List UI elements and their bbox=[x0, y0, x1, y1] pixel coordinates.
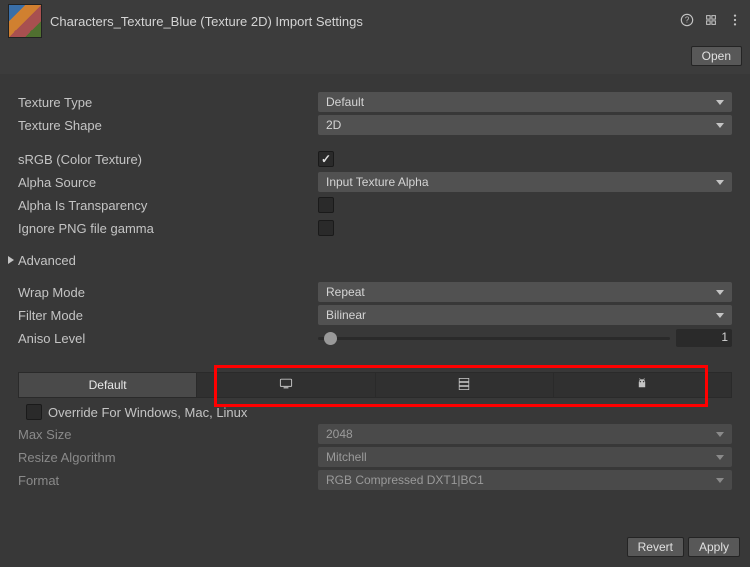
format-select[interactable]: RGB Compressed DXT1|BC1 bbox=[318, 470, 732, 490]
aniso-value-field[interactable]: 1 bbox=[676, 329, 732, 347]
aniso-slider[interactable] bbox=[318, 337, 670, 340]
format-label: Format bbox=[18, 473, 318, 488]
texture-type-select[interactable]: Default bbox=[318, 92, 732, 112]
open-button[interactable]: Open bbox=[691, 46, 742, 66]
inspector-title: Characters_Texture_Blue (Texture 2D) Imp… bbox=[50, 14, 680, 29]
wrap-mode-select[interactable]: Repeat bbox=[318, 282, 732, 302]
filter-mode-label: Filter Mode bbox=[18, 308, 318, 323]
revert-button[interactable]: Revert bbox=[627, 537, 684, 557]
resize-algo-label: Resize Algorithm bbox=[18, 450, 318, 465]
texture-shape-label: Texture Shape bbox=[18, 118, 318, 133]
override-label: Override For Windows, Mac, Linux bbox=[48, 405, 247, 420]
alpha-source-select[interactable]: Input Texture Alpha bbox=[318, 172, 732, 192]
tab-standalone[interactable] bbox=[197, 373, 375, 397]
apply-button[interactable]: Apply bbox=[688, 537, 740, 557]
svg-text:?: ? bbox=[685, 15, 690, 24]
texture-shape-select[interactable]: 2D bbox=[318, 115, 732, 135]
filter-mode-select[interactable]: Bilinear bbox=[318, 305, 732, 325]
help-icon[interactable]: ? bbox=[680, 13, 694, 30]
tab-server[interactable] bbox=[376, 373, 554, 397]
foldout-arrow-icon bbox=[8, 256, 14, 264]
advanced-label: Advanced bbox=[18, 253, 76, 268]
srgb-label: sRGB (Color Texture) bbox=[18, 152, 318, 167]
presets-icon[interactable] bbox=[704, 13, 718, 30]
wrap-mode-label: Wrap Mode bbox=[18, 285, 318, 300]
aniso-level-label: Aniso Level bbox=[18, 331, 318, 346]
texture-thumbnail bbox=[8, 4, 42, 38]
resize-algo-select[interactable]: Mitchell bbox=[318, 447, 732, 467]
ignore-png-gamma-label: Ignore PNG file gamma bbox=[18, 221, 318, 236]
texture-type-label: Texture Type bbox=[18, 95, 318, 110]
monitor-icon bbox=[278, 376, 294, 395]
menu-icon[interactable] bbox=[728, 13, 742, 30]
ignore-png-gamma-checkbox[interactable] bbox=[318, 220, 334, 236]
advanced-foldout[interactable]: Advanced bbox=[8, 250, 732, 270]
srgb-checkbox[interactable] bbox=[318, 151, 334, 167]
max-size-select[interactable]: 2048 bbox=[318, 424, 732, 444]
alpha-source-label: Alpha Source bbox=[18, 175, 318, 190]
tab-android[interactable] bbox=[554, 373, 731, 397]
slider-thumb-icon[interactable] bbox=[324, 332, 337, 345]
android-icon bbox=[634, 376, 650, 395]
server-icon bbox=[456, 376, 472, 395]
max-size-label: Max Size bbox=[18, 427, 318, 442]
tab-default[interactable]: Default bbox=[19, 373, 197, 397]
platform-tabs: Default bbox=[18, 372, 732, 398]
override-checkbox[interactable] bbox=[26, 404, 42, 420]
alpha-transparency-label: Alpha Is Transparency bbox=[18, 198, 318, 213]
alpha-transparency-checkbox[interactable] bbox=[318, 197, 334, 213]
